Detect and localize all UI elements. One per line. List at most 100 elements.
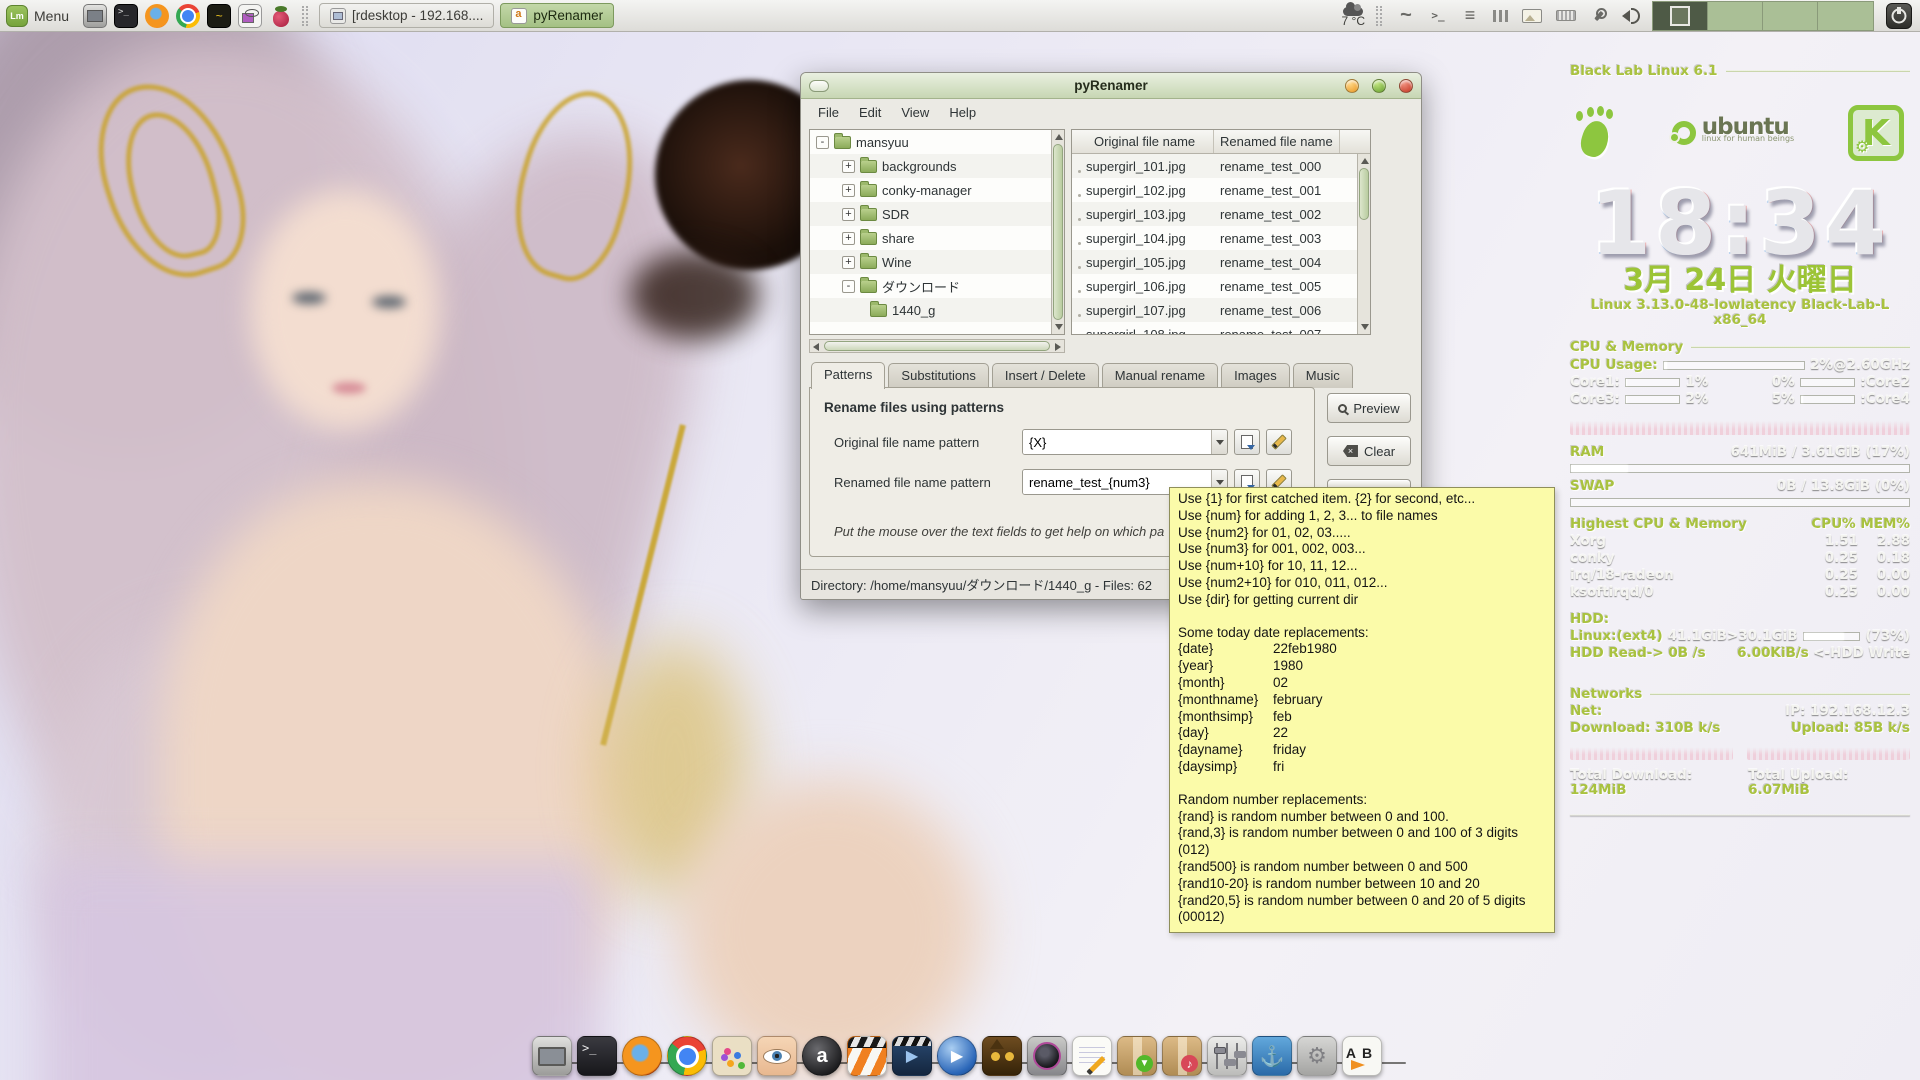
tab[interactable]: Insert / Delete bbox=[992, 363, 1099, 388]
minimize-button[interactable] bbox=[1345, 79, 1359, 93]
menu-button[interactable]: Lm Menu bbox=[0, 0, 79, 31]
dock-icon[interactable] bbox=[757, 1036, 797, 1076]
panel-grip[interactable] bbox=[302, 6, 308, 26]
dock-icon[interactable] bbox=[622, 1036, 662, 1076]
dock-icon[interactable]: ▶ bbox=[937, 1036, 977, 1076]
tree-row[interactable]: + conky-manager bbox=[810, 178, 1064, 202]
scroll-up-arrow[interactable] bbox=[1361, 158, 1369, 164]
file-row[interactable]: supergirl_101.jpg rename_test_000 bbox=[1072, 154, 1370, 178]
launcher-icon[interactable] bbox=[176, 4, 200, 28]
tree-horizontal-scrollbar[interactable] bbox=[809, 339, 1065, 353]
tray-icon[interactable] bbox=[1493, 10, 1508, 22]
tray-icon[interactable] bbox=[1429, 7, 1447, 25]
launcher-icon[interactable]: ~ bbox=[207, 4, 231, 28]
dock-icon[interactable]: >_ bbox=[577, 1036, 617, 1076]
dock-icon[interactable] bbox=[1027, 1036, 1067, 1076]
scroll-left-arrow[interactable] bbox=[813, 343, 819, 351]
tree-row[interactable]: + backgrounds bbox=[810, 154, 1064, 178]
close-button[interactable] bbox=[1399, 79, 1413, 93]
dock-icon[interactable]: a bbox=[802, 1036, 842, 1076]
pattern-insert-button[interactable] bbox=[1234, 429, 1260, 455]
dock-icon[interactable] bbox=[532, 1036, 572, 1076]
tab[interactable]: Patterns bbox=[811, 362, 885, 389]
launcher-icon[interactable] bbox=[83, 4, 107, 28]
tree-expander[interactable]: - bbox=[842, 280, 855, 293]
clear-button[interactable]: × Clear bbox=[1327, 436, 1411, 466]
dock-icon[interactable]: ⚓ bbox=[1252, 1036, 1292, 1076]
tab[interactable]: Manual rename bbox=[1102, 363, 1218, 388]
dock-icon[interactable] bbox=[982, 1036, 1022, 1076]
scroll-up-arrow[interactable] bbox=[1055, 134, 1063, 140]
file-row[interactable]: supergirl_104.jpg rename_test_003 bbox=[1072, 226, 1370, 250]
weather-applet[interactable]: 7 °C bbox=[1336, 4, 1371, 27]
launcher-icon[interactable] bbox=[238, 4, 262, 28]
combo-dropdown-arrow[interactable] bbox=[1211, 430, 1227, 454]
panel-grip[interactable] bbox=[1376, 6, 1382, 26]
dock-icon[interactable] bbox=[1207, 1036, 1247, 1076]
launcher-icon[interactable]: >_ bbox=[114, 4, 138, 28]
scroll-thumb[interactable] bbox=[1053, 144, 1063, 320]
tree-row[interactable]: - ダウンロード bbox=[810, 274, 1064, 298]
power-button[interactable] bbox=[1886, 3, 1912, 29]
tray-icon[interactable] bbox=[1522, 9, 1542, 23]
workspace-cell[interactable] bbox=[1818, 2, 1873, 30]
tree-row[interactable]: - mansyuu bbox=[810, 130, 1064, 154]
original-pattern-input[interactable] bbox=[1023, 430, 1211, 454]
launcher-icon[interactable] bbox=[145, 4, 169, 28]
workspace-cell[interactable] bbox=[1763, 2, 1818, 30]
tree-row[interactable]: + share bbox=[810, 226, 1064, 250]
tray-icon[interactable] bbox=[1461, 7, 1479, 25]
titlebar[interactable]: pyRenamer bbox=[801, 73, 1421, 99]
file-row[interactable]: supergirl_108.jpg rename_test_007 bbox=[1072, 322, 1370, 335]
column-original[interactable]: Original file name bbox=[1072, 130, 1214, 153]
tree-expander[interactable]: + bbox=[842, 184, 855, 197]
scroll-thumb[interactable] bbox=[1359, 168, 1369, 220]
tree-expander[interactable]: - bbox=[816, 136, 829, 149]
dock-icon[interactable]: ♪ bbox=[1162, 1036, 1202, 1076]
tray-icon[interactable] bbox=[1622, 7, 1640, 25]
column-renamed[interactable]: Renamed file name bbox=[1214, 130, 1340, 153]
menu-item[interactable]: View bbox=[892, 102, 938, 123]
menu-item[interactable]: Edit bbox=[850, 102, 890, 123]
dock-icon[interactable] bbox=[1072, 1036, 1112, 1076]
tree-row[interactable]: 1440_g bbox=[810, 298, 1064, 322]
dock-icon[interactable] bbox=[667, 1036, 707, 1076]
tree-row[interactable]: + SDR bbox=[810, 202, 1064, 226]
tree-expander[interactable]: + bbox=[842, 232, 855, 245]
workspace-cell[interactable] bbox=[1708, 2, 1763, 30]
file-row[interactable]: supergirl_102.jpg rename_test_001 bbox=[1072, 178, 1370, 202]
dock-icon[interactable]: AB bbox=[1342, 1036, 1382, 1076]
dock-icon[interactable] bbox=[712, 1036, 752, 1076]
file-row[interactable]: supergirl_107.jpg rename_test_006 bbox=[1072, 298, 1370, 322]
dock-icon[interactable] bbox=[847, 1036, 887, 1076]
preview-button[interactable]: Preview bbox=[1327, 393, 1411, 423]
pattern-edit-button[interactable] bbox=[1266, 429, 1292, 455]
taskbar-window-button[interactable]: pyRenamer bbox=[500, 3, 614, 28]
tree-expander[interactable]: + bbox=[842, 160, 855, 173]
list-vertical-scrollbar[interactable] bbox=[1357, 154, 1370, 334]
file-row[interactable]: supergirl_106.jpg rename_test_005 bbox=[1072, 274, 1370, 298]
dock-icon[interactable]: ▼ bbox=[1117, 1036, 1157, 1076]
file-row[interactable]: supergirl_105.jpg rename_test_004 bbox=[1072, 250, 1370, 274]
tree-expander[interactable]: + bbox=[842, 208, 855, 221]
tree-row[interactable]: + Wine bbox=[810, 250, 1064, 274]
menu-item[interactable]: File bbox=[809, 102, 848, 123]
tree-expander[interactable]: + bbox=[842, 256, 855, 269]
dock-icon[interactable]: ⚙ bbox=[1297, 1036, 1337, 1076]
tree-vertical-scrollbar[interactable] bbox=[1051, 130, 1064, 334]
tray-icon[interactable] bbox=[1556, 10, 1576, 21]
tray-icon[interactable] bbox=[1397, 7, 1415, 25]
tab[interactable]: Substitutions bbox=[888, 363, 988, 388]
scroll-right-arrow[interactable] bbox=[1055, 343, 1061, 351]
scroll-thumb[interactable] bbox=[824, 341, 1050, 351]
taskbar-window-button[interactable]: [rdesktop - 192.168.... bbox=[319, 3, 494, 28]
tray-icon[interactable] bbox=[1590, 7, 1608, 25]
menu-item[interactable]: Help bbox=[940, 102, 985, 123]
launcher-icon[interactable] bbox=[269, 4, 293, 28]
scroll-down-arrow[interactable] bbox=[1361, 324, 1369, 330]
file-row[interactable]: supergirl_103.jpg rename_test_002 bbox=[1072, 202, 1370, 226]
scroll-down-arrow[interactable] bbox=[1055, 324, 1063, 330]
tab[interactable]: Images bbox=[1221, 363, 1290, 388]
tab[interactable]: Music bbox=[1293, 363, 1353, 388]
maximize-button[interactable] bbox=[1372, 79, 1386, 93]
